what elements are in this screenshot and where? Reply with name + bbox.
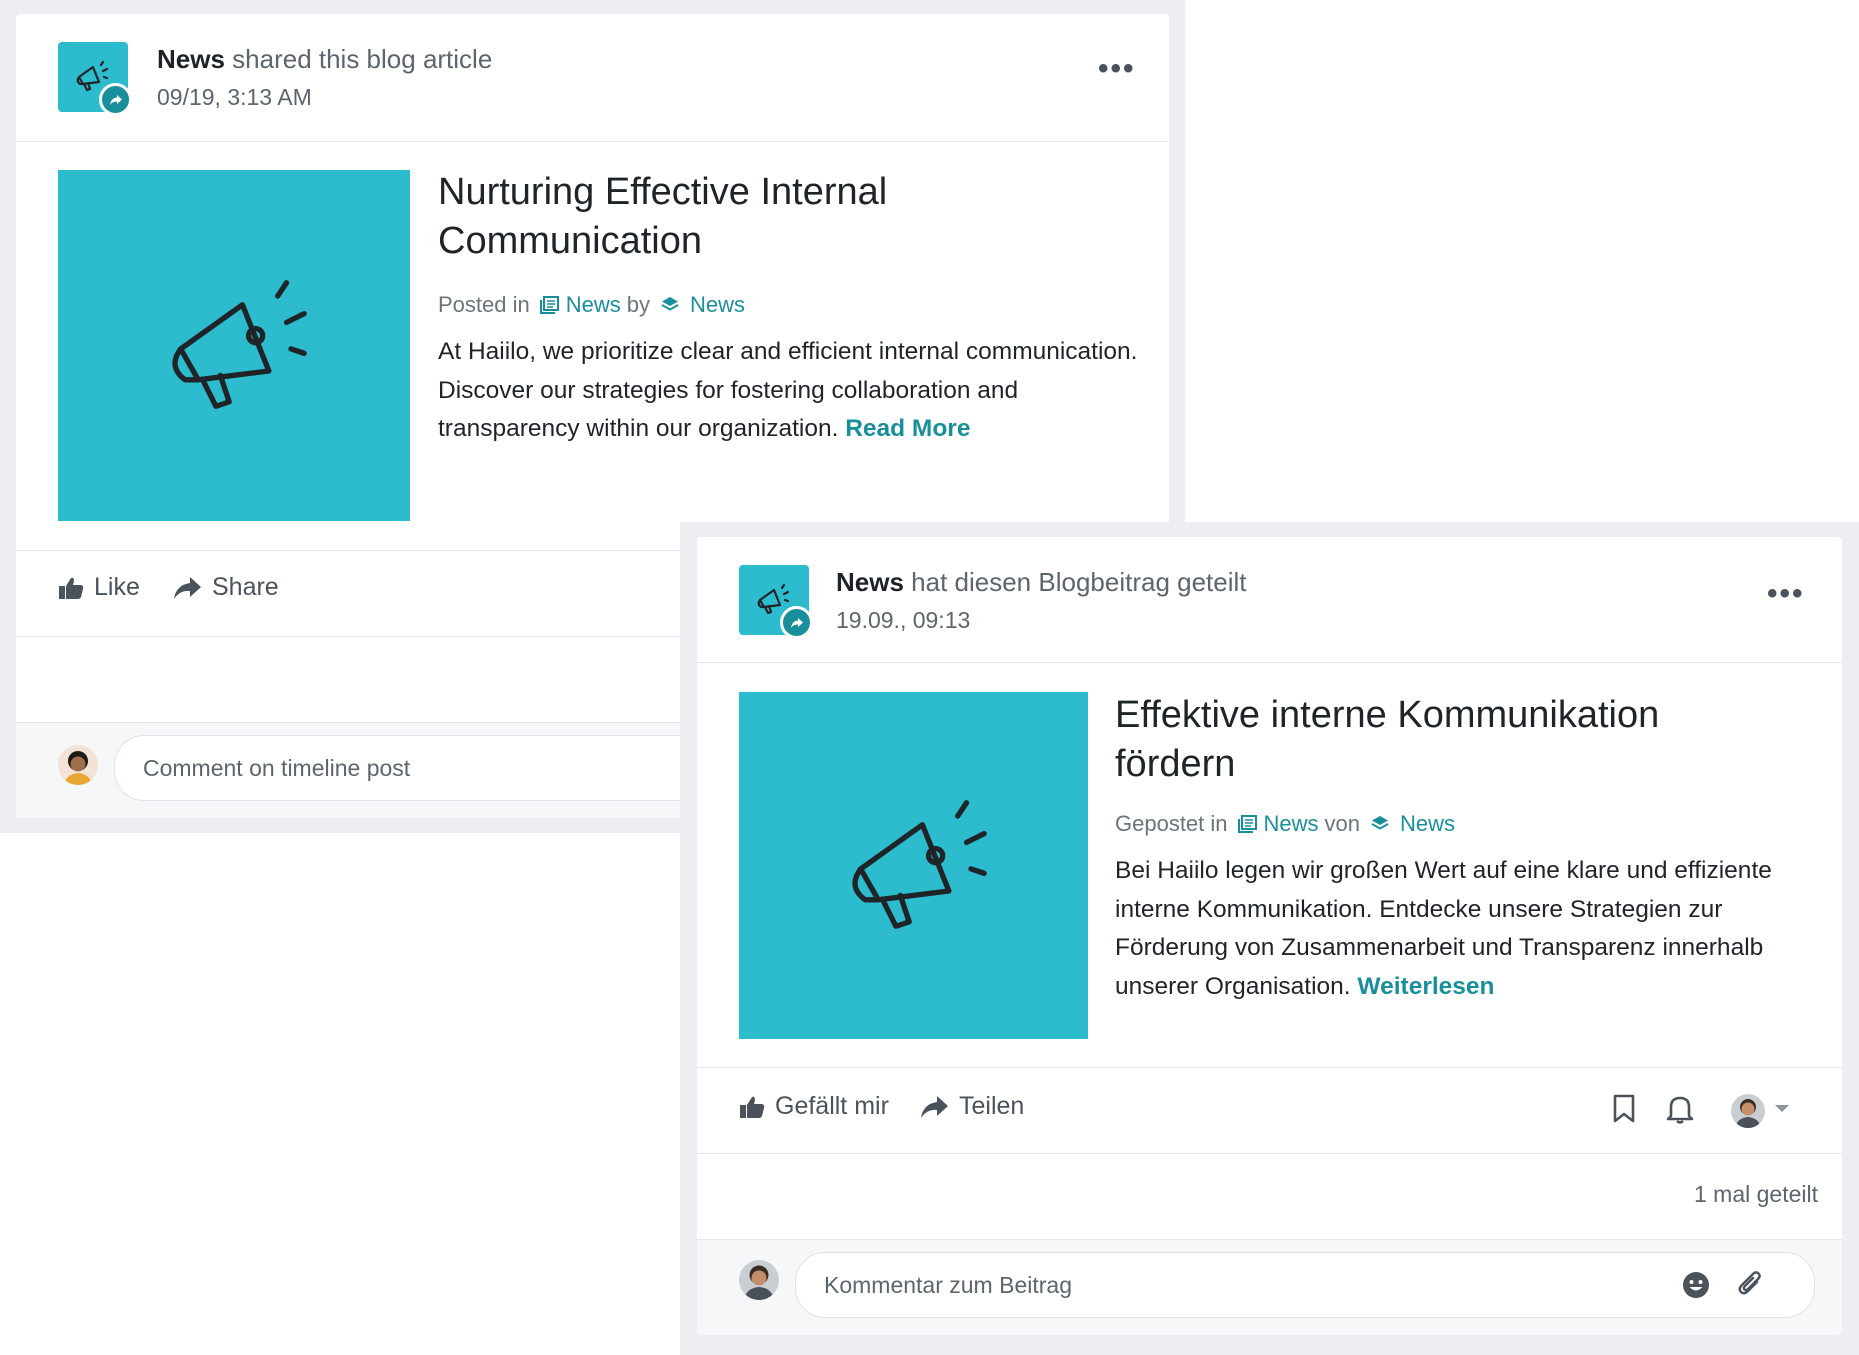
share-badge-icon xyxy=(99,83,132,116)
post-header-line: News hat diesen Blogbeitrag geteilt xyxy=(836,567,1247,598)
caret-down-icon[interactable] xyxy=(1774,1104,1790,1114)
paperclip-icon[interactable] xyxy=(1737,1269,1763,1299)
post-timestamp[interactable]: 09/19, 3:13 AM xyxy=(157,84,312,111)
article-title-line: Communication xyxy=(438,220,702,262)
megaphone-icon xyxy=(852,800,987,929)
article-meta: Gepostet in News von News xyxy=(1115,811,1455,837)
author-link[interactable]: News xyxy=(1400,811,1455,837)
user-avatar[interactable] xyxy=(58,745,98,785)
megaphone-icon xyxy=(172,280,307,409)
share-badge-icon xyxy=(780,606,813,639)
by-label: by xyxy=(626,292,650,317)
more-horizontal-icon[interactable]: ••• xyxy=(1098,54,1136,84)
divider xyxy=(697,1153,1842,1154)
author-name[interactable]: News xyxy=(157,44,225,74)
posted-in-label: Posted in xyxy=(438,292,530,317)
share-arrow-icon xyxy=(921,1095,948,1118)
divider xyxy=(697,1067,1842,1068)
like-button[interactable]: Like xyxy=(58,573,140,602)
comment-placeholder: Comment on timeline post xyxy=(143,754,411,781)
read-more-link[interactable]: Read More xyxy=(845,415,970,442)
blog-icon xyxy=(1237,815,1257,833)
article-excerpt: Bei Haiilo legen wir großen Wert auf ein… xyxy=(1115,852,1815,1006)
by-label: von xyxy=(1324,811,1361,836)
article-title-line: fördern xyxy=(1115,743,1236,785)
comment-input[interactable]: Kommentar zum Beitrag xyxy=(795,1252,1815,1318)
share-arrow-icon xyxy=(174,576,201,599)
article-excerpt: At Haiilo, we prioritize clear and effic… xyxy=(438,333,1138,449)
sender-avatar[interactable] xyxy=(739,565,813,639)
sender-avatar[interactable] xyxy=(58,42,132,116)
sender-select-avatar[interactable] xyxy=(1731,1094,1765,1128)
read-more-link[interactable]: Weiterlesen xyxy=(1357,973,1494,1000)
layers-icon xyxy=(661,297,679,311)
article-title-line: Effektive interne Kommunikation xyxy=(1115,694,1660,736)
article-meta: Posted in News by News xyxy=(438,292,745,318)
emoji-icon[interactable] xyxy=(1682,1271,1710,1299)
action-text: shared this blog article xyxy=(232,44,493,74)
author-link[interactable]: News xyxy=(690,292,745,318)
article-title-line: Nurturing Effective Internal xyxy=(438,171,888,213)
layers-icon xyxy=(1371,816,1389,830)
post-header: News shared this blog article 09/19, 3:1… xyxy=(16,14,1169,142)
share-button[interactable]: Teilen xyxy=(919,1092,1024,1121)
blog-icon xyxy=(539,296,559,314)
comment-placeholder: Kommentar zum Beitrag xyxy=(824,1271,1072,1298)
like-label: Like xyxy=(94,573,140,601)
post-header: News hat diesen Blogbeitrag geteilt 19.0… xyxy=(697,537,1842,663)
more-horizontal-icon[interactable]: ••• xyxy=(1767,579,1805,609)
article-title[interactable]: Effektive interne Kommunikation fördern xyxy=(1115,691,1815,789)
channel-link[interactable]: News xyxy=(566,292,621,318)
article-title[interactable]: Nurturing Effective Internal Communicati… xyxy=(438,168,1138,266)
thumbs-up-icon xyxy=(59,577,84,599)
bookmark-icon[interactable] xyxy=(1611,1094,1637,1124)
article-image[interactable] xyxy=(58,170,410,521)
channel-link[interactable]: News xyxy=(1264,811,1319,837)
comment-bar: Kommentar zum Beitrag xyxy=(697,1239,1842,1335)
author-name[interactable]: News xyxy=(836,567,904,597)
shared-count[interactable]: 1 mal geteilt xyxy=(1694,1181,1818,1208)
bell-icon[interactable] xyxy=(1666,1093,1694,1125)
post-timestamp[interactable]: 19.09., 09:13 xyxy=(836,607,970,634)
thumbs-up-icon xyxy=(740,1096,765,1118)
action-text: hat diesen Blogbeitrag geteilt xyxy=(911,567,1247,597)
excerpt-text: At Haiilo, we prioritize clear and effic… xyxy=(438,338,1138,442)
posted-in-label: Gepostet in xyxy=(1115,811,1228,836)
article-image[interactable] xyxy=(739,692,1088,1039)
like-button[interactable]: Gefällt mir xyxy=(739,1092,889,1121)
user-avatar[interactable] xyxy=(739,1260,779,1300)
like-label: Gefällt mir xyxy=(775,1092,889,1120)
share-label: Share xyxy=(212,573,279,601)
post-card-de: News hat diesen Blogbeitrag geteilt 19.0… xyxy=(697,537,1842,1335)
share-label: Teilen xyxy=(959,1092,1025,1120)
post-header-line: News shared this blog article xyxy=(157,44,492,75)
share-button[interactable]: Share xyxy=(172,573,279,602)
